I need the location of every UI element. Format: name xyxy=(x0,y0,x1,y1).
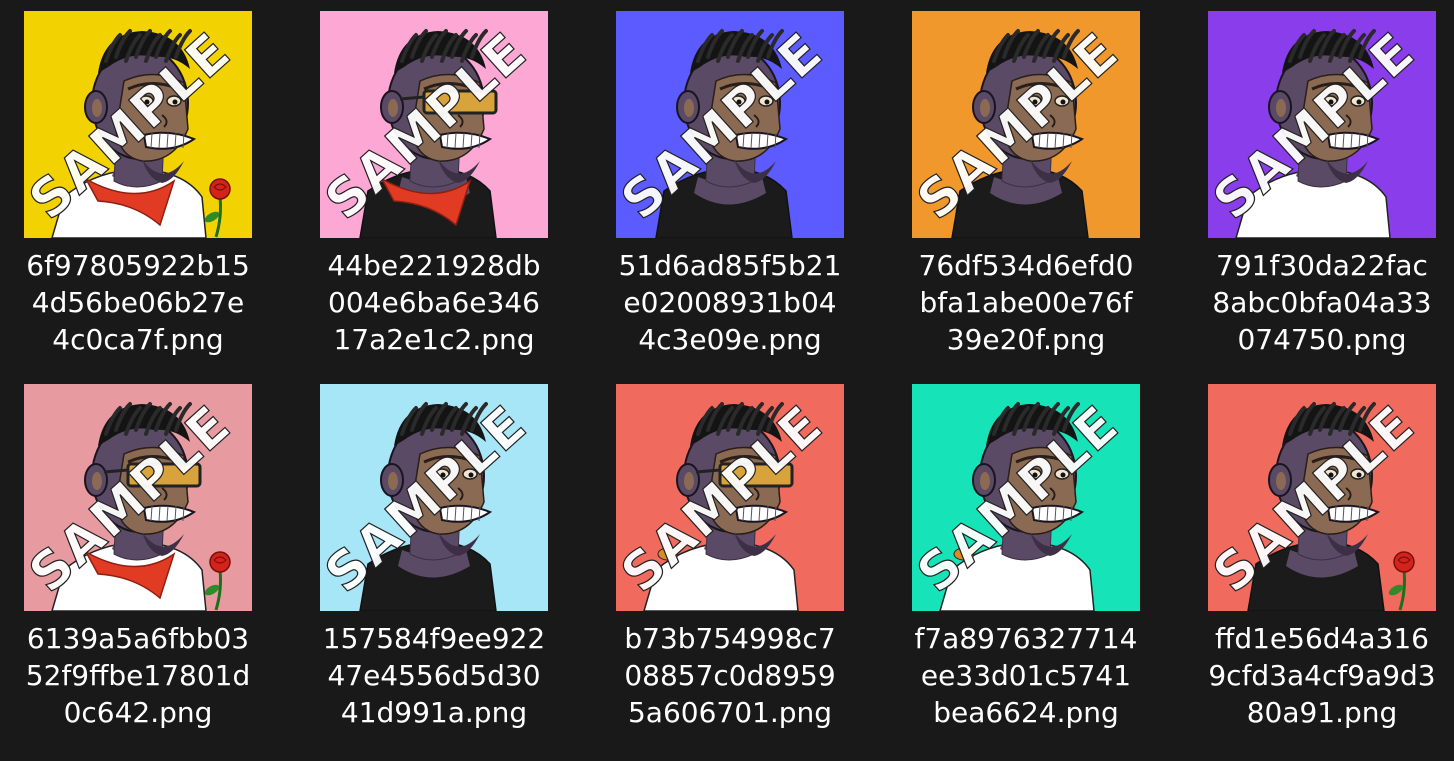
file-name-line: ee33d01c5741 xyxy=(920,659,1132,692)
file-item[interactable]: SAMPLE 791f30da22fac 8abc0bfa04a33 074750.p… xyxy=(1184,0,1454,370)
file-name-line: f7a8976327714 xyxy=(914,622,1138,655)
file-thumbnail[interactable]: SAMPLE xyxy=(912,384,1140,611)
file-item[interactable]: SAMPLE ffd1e56d4a316 9cfd3a4cf9a9d3 80a91.p… xyxy=(1184,373,1454,743)
file-name-line: 44be221928db xyxy=(327,249,541,282)
file-item[interactable]: SAMPLE 76df534d6efd0 bfa1abe00e76f 39e20f.p… xyxy=(888,0,1168,370)
file-name-line: 4c3e09e.png xyxy=(638,323,822,356)
file-name-label: 6139a5a6fbb03 52f9ffbe17801d 0c642.png xyxy=(0,620,276,731)
file-name-line: 157584f9ee922 xyxy=(322,622,546,655)
file-name-label: 157584f9ee922 47e4556d5d30 41d991a.png xyxy=(296,620,572,731)
file-name-line: 4c0ca7f.png xyxy=(52,323,224,356)
file-name-line: 08857c0d8959 xyxy=(624,659,836,692)
file-name-line: 4d56be06b27e xyxy=(31,286,245,319)
file-thumbnail[interactable]: SAMPLE xyxy=(616,11,844,238)
file-name-line: 52f9ffbe17801d xyxy=(25,659,251,692)
file-name-line: 51d6ad85f5b21 xyxy=(618,249,842,282)
file-name-line: 80a91.png xyxy=(1246,696,1398,729)
file-name-line: 9cfd3a4cf9a9d3 xyxy=(1208,659,1436,692)
file-name-line: 004e6ba6e346 xyxy=(328,286,540,319)
file-name-label: ffd1e56d4a316 9cfd3a4cf9a9d3 80a91.png xyxy=(1184,620,1454,731)
file-item[interactable]: SAMPLE 157584f9ee922 47e4556d5d30 41d991a.p… xyxy=(296,373,576,743)
file-name-line: 0c642.png xyxy=(63,696,213,729)
file-thumbnail[interactable]: SAMPLE xyxy=(1208,384,1436,611)
file-name-label: 44be221928db 004e6ba6e346 17a2e1c2.png xyxy=(296,247,572,358)
file-name-line: bea6624.png xyxy=(933,696,1119,729)
file-name-line: 39e20f.png xyxy=(946,323,1106,356)
file-thumbnail[interactable]: SAMPLE xyxy=(24,384,252,611)
file-name-label: 76df534d6efd0 bfa1abe00e76f 39e20f.png xyxy=(888,247,1164,358)
file-name-label: b73b754998c7 08857c0d8959 5a606701.png xyxy=(592,620,868,731)
file-name-line: 76df534d6efd0 xyxy=(918,249,1134,282)
file-name-line: 074750.png xyxy=(1237,323,1407,356)
file-name-line: 47e4556d5d30 xyxy=(327,659,541,692)
file-thumbnail[interactable]: SAMPLE xyxy=(320,384,548,611)
file-name-line: b73b754998c7 xyxy=(624,622,836,655)
file-thumbnail[interactable]: SAMPLE xyxy=(24,11,252,238)
file-item[interactable]: SAMPLE 44be221928db 004e6ba6e346 17a2e1c2.p… xyxy=(296,0,576,370)
file-name-line: 17a2e1c2.png xyxy=(333,323,535,356)
file-thumbnail[interactable]: SAMPLE xyxy=(320,11,548,238)
file-name-line: 5a606701.png xyxy=(627,696,833,729)
file-item[interactable]: SAMPLE b73b754998c7 08857c0d8959 5a606701.p… xyxy=(592,373,872,743)
file-item[interactable]: SAMPLE 6139a5a6fbb03 52f9ffbe17801d 0c642.p… xyxy=(0,373,280,743)
file-thumbnail[interactable]: SAMPLE xyxy=(1208,11,1436,238)
file-name-label: 51d6ad85f5b21 e02008931b04 4c3e09e.png xyxy=(592,247,868,358)
file-name-line: ffd1e56d4a316 xyxy=(1215,622,1429,655)
file-name-label: 6f97805922b15 4d56be06b27e 4c0ca7f.png xyxy=(0,247,276,358)
file-item[interactable]: SAMPLE f7a8976327714 ee33d01c5741 bea6624.p… xyxy=(888,373,1168,743)
file-name-line: 6f97805922b15 xyxy=(26,249,250,282)
file-name-label: 791f30da22fac 8abc0bfa04a33 074750.png xyxy=(1184,247,1454,358)
file-name-line: 8abc0bfa04a33 xyxy=(1212,286,1432,319)
file-item[interactable]: SAMPLE 51d6ad85f5b21 e02008931b04 4c3e09e.p… xyxy=(592,0,872,370)
file-name-line: e02008931b04 xyxy=(623,286,837,319)
file-grid: SAMPLE 6f97805922b15 4d56be06b27e 4c0ca7f.p… xyxy=(0,0,1454,761)
file-thumbnail[interactable]: SAMPLE xyxy=(912,11,1140,238)
file-name-label: f7a8976327714 ee33d01c5741 bea6624.png xyxy=(888,620,1164,731)
file-name-line: 6139a5a6fbb03 xyxy=(26,622,250,655)
file-item[interactable]: SAMPLE 6f97805922b15 4d56be06b27e 4c0ca7f.p… xyxy=(0,0,280,370)
file-thumbnail[interactable]: SAMPLE xyxy=(616,384,844,611)
file-name-line: bfa1abe00e76f xyxy=(919,286,1133,319)
file-name-line: 41d991a.png xyxy=(340,696,528,729)
file-name-line: 791f30da22fac xyxy=(1216,249,1428,282)
